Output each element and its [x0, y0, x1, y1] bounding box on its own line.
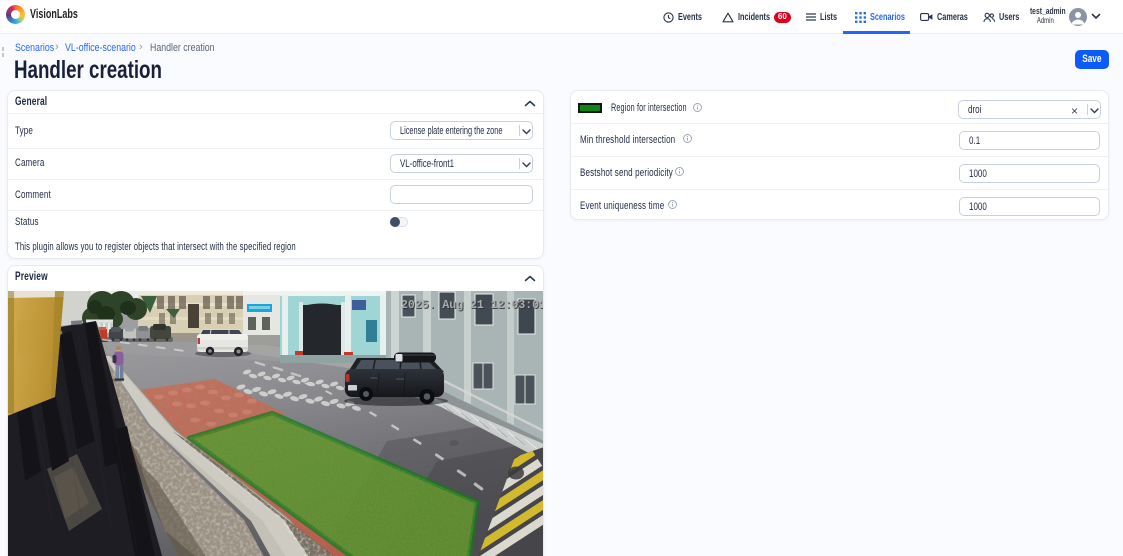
svg-text:2025. Aug 21 12:03:01: 2025. Aug 21 12:03:01: [401, 299, 544, 312]
